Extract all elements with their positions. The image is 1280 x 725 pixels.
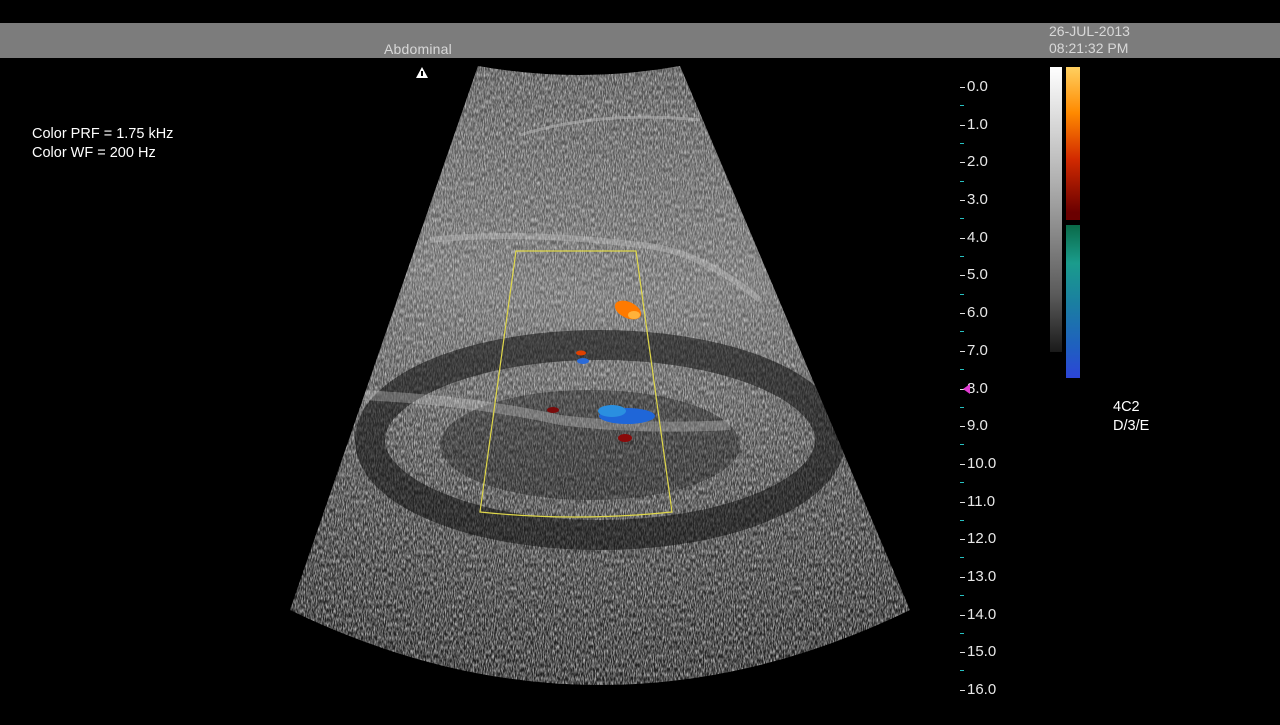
probe-info: 4C2 D/3/E: [1113, 398, 1149, 436]
probe-model: 4C2: [1113, 399, 1140, 415]
depth-label: 11.0: [959, 493, 996, 510]
depth-label: 6.0: [960, 304, 988, 321]
depth-label: 15.0: [959, 643, 997, 660]
minor-tick: [960, 670, 964, 671]
depth-label: 10.0: [959, 455, 997, 472]
minor-tick: [960, 256, 964, 257]
minor-tick: [960, 294, 964, 295]
orientation-marker-icon: [416, 67, 428, 78]
depth-label: 3.0: [960, 191, 988, 208]
color-wf-text: Color WF = 200 Hz: [32, 145, 156, 161]
depth-label: 2.0: [960, 153, 988, 170]
minor-tick: [960, 181, 964, 182]
minor-tick: [960, 444, 964, 445]
minor-tick: [960, 369, 964, 370]
color-doppler-parameters: Color PRF = 1.75 kHz Color WF = 200 Hz: [32, 125, 173, 163]
depth-label: 12.0: [959, 530, 997, 547]
minor-tick: [960, 595, 964, 596]
grayscale-map-bar: [1050, 67, 1062, 352]
ultrasound-image[interactable]: [0, 0, 1280, 720]
ultrasound-sector-svg: [290, 66, 910, 685]
depth-label: 13.0: [959, 568, 997, 585]
depth-label: 5.0: [960, 266, 988, 283]
depth-label: 1.0: [960, 116, 988, 133]
minor-tick: [960, 331, 964, 332]
minor-tick: [960, 482, 964, 483]
depth-label: 4.0: [960, 229, 988, 246]
minor-tick: [960, 557, 964, 558]
depth-label: 8.0: [960, 380, 988, 397]
focus-depth-marker-icon[interactable]: [963, 384, 970, 394]
color-prf-text: Color PRF = 1.75 kHz: [32, 126, 174, 142]
minor-tick: [960, 105, 964, 106]
depth-label: 16.0: [959, 681, 997, 698]
depth-label: 0.0: [960, 78, 988, 95]
color-velocity-bar-positive: [1066, 67, 1080, 220]
minor-tick: [960, 218, 964, 219]
minor-tick: [960, 143, 964, 144]
depth-label: 7.0: [960, 342, 988, 359]
probe-mode: D/3/E: [1113, 418, 1150, 434]
depth-label: 14.0: [959, 606, 997, 623]
minor-tick: [960, 633, 964, 634]
depth-label: 9.0: [960, 417, 988, 434]
minor-tick: [960, 407, 964, 408]
minor-tick: [960, 520, 964, 521]
color-velocity-bar-negative: [1066, 225, 1080, 378]
depth-scale: 0.0 1.0 2.0 3.0 4.0 5.0 6.0 7.0 8.0 9.0 …: [955, 0, 1035, 720]
sector-image: [290, 66, 910, 685]
